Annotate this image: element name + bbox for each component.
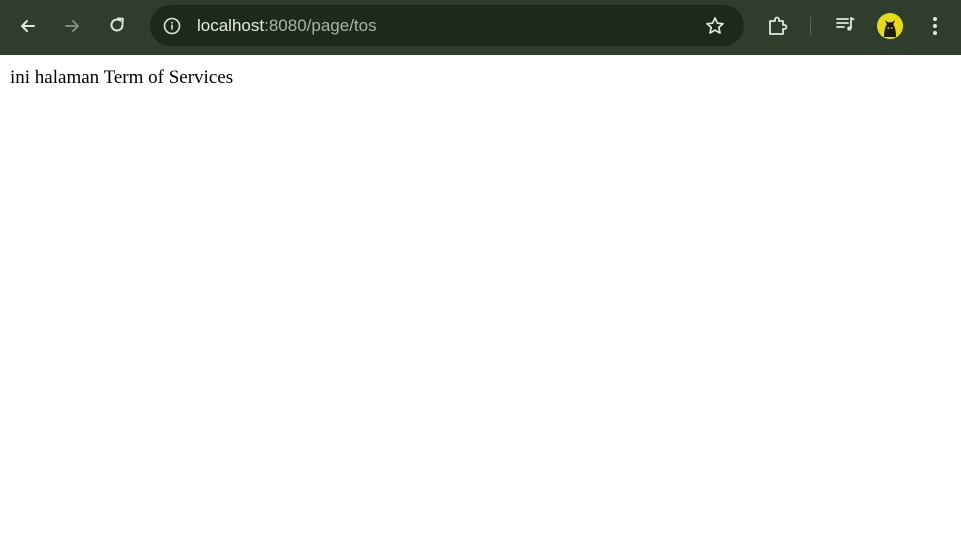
star-icon [706, 17, 724, 34]
reload-button[interactable] [99, 7, 135, 43]
info-icon [163, 17, 181, 35]
browser-toolbar: localhost:8080/page/tos [0, 0, 961, 55]
arrow-right-icon [65, 20, 79, 32]
address-bar[interactable]: localhost:8080/page/tos [150, 5, 744, 46]
forward-button[interactable] [54, 8, 90, 44]
kebab-menu-icon [933, 17, 937, 35]
extensions-button[interactable] [760, 8, 796, 44]
url-host: localhost [197, 16, 265, 35]
avatar[interactable] [877, 13, 903, 39]
page-text: ini halaman Term of Services [10, 67, 234, 88]
toolbar-divider [810, 17, 811, 35]
puzzle-icon [769, 16, 788, 35]
url-path: :8080/page/tos [264, 16, 377, 35]
site-info-button[interactable] [154, 8, 190, 44]
media-queue-icon [836, 17, 855, 31]
menu-button[interactable] [917, 8, 953, 44]
arrow-left-icon [21, 20, 35, 32]
reload-icon [110, 17, 124, 32]
bookmark-button[interactable] [697, 8, 733, 44]
profile-picture [884, 20, 896, 37]
back-button[interactable] [10, 8, 46, 44]
media-controls-button[interactable] [827, 6, 863, 42]
url-text[interactable]: localhost:8080/page/tos [197, 16, 377, 36]
